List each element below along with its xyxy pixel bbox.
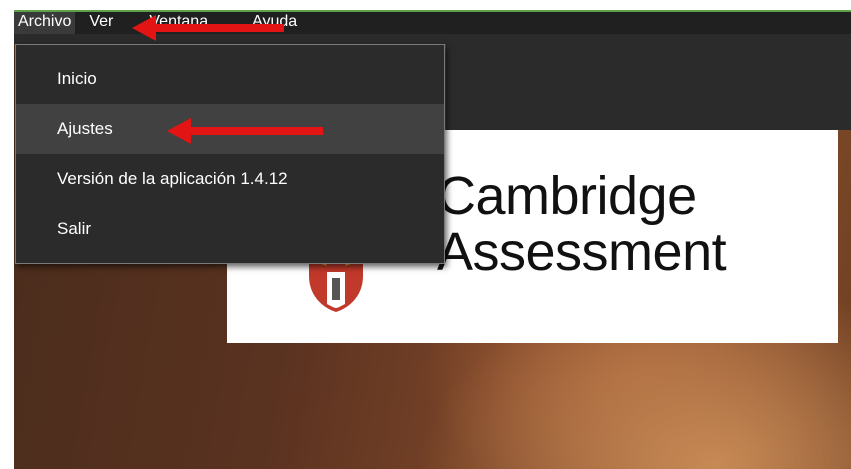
annotation-arrow-archivo xyxy=(132,15,284,41)
logo-wordmark: Cambridge Assessment xyxy=(437,166,727,282)
window-top-accent xyxy=(14,10,851,12)
menu-archivo[interactable]: Archivo xyxy=(14,10,76,34)
toolbar-area xyxy=(446,44,851,130)
annotation-arrow-ajustes xyxy=(167,118,323,144)
menu-item-salir[interactable]: Salir xyxy=(16,204,444,254)
app-window: Cambridge Assessment Archivo Ver Ventana… xyxy=(14,10,851,469)
menu-ver[interactable]: Ver xyxy=(85,10,117,34)
logo-line-2: Assessment xyxy=(437,222,727,282)
archivo-dropdown-menu: Inicio Ajustes Versión de la aplicación … xyxy=(15,44,445,264)
logo-line-1: Cambridge xyxy=(437,166,697,226)
menu-item-version[interactable]: Versión de la aplicación 1.4.12 xyxy=(16,154,444,204)
menu-item-inicio[interactable]: Inicio xyxy=(16,54,444,104)
